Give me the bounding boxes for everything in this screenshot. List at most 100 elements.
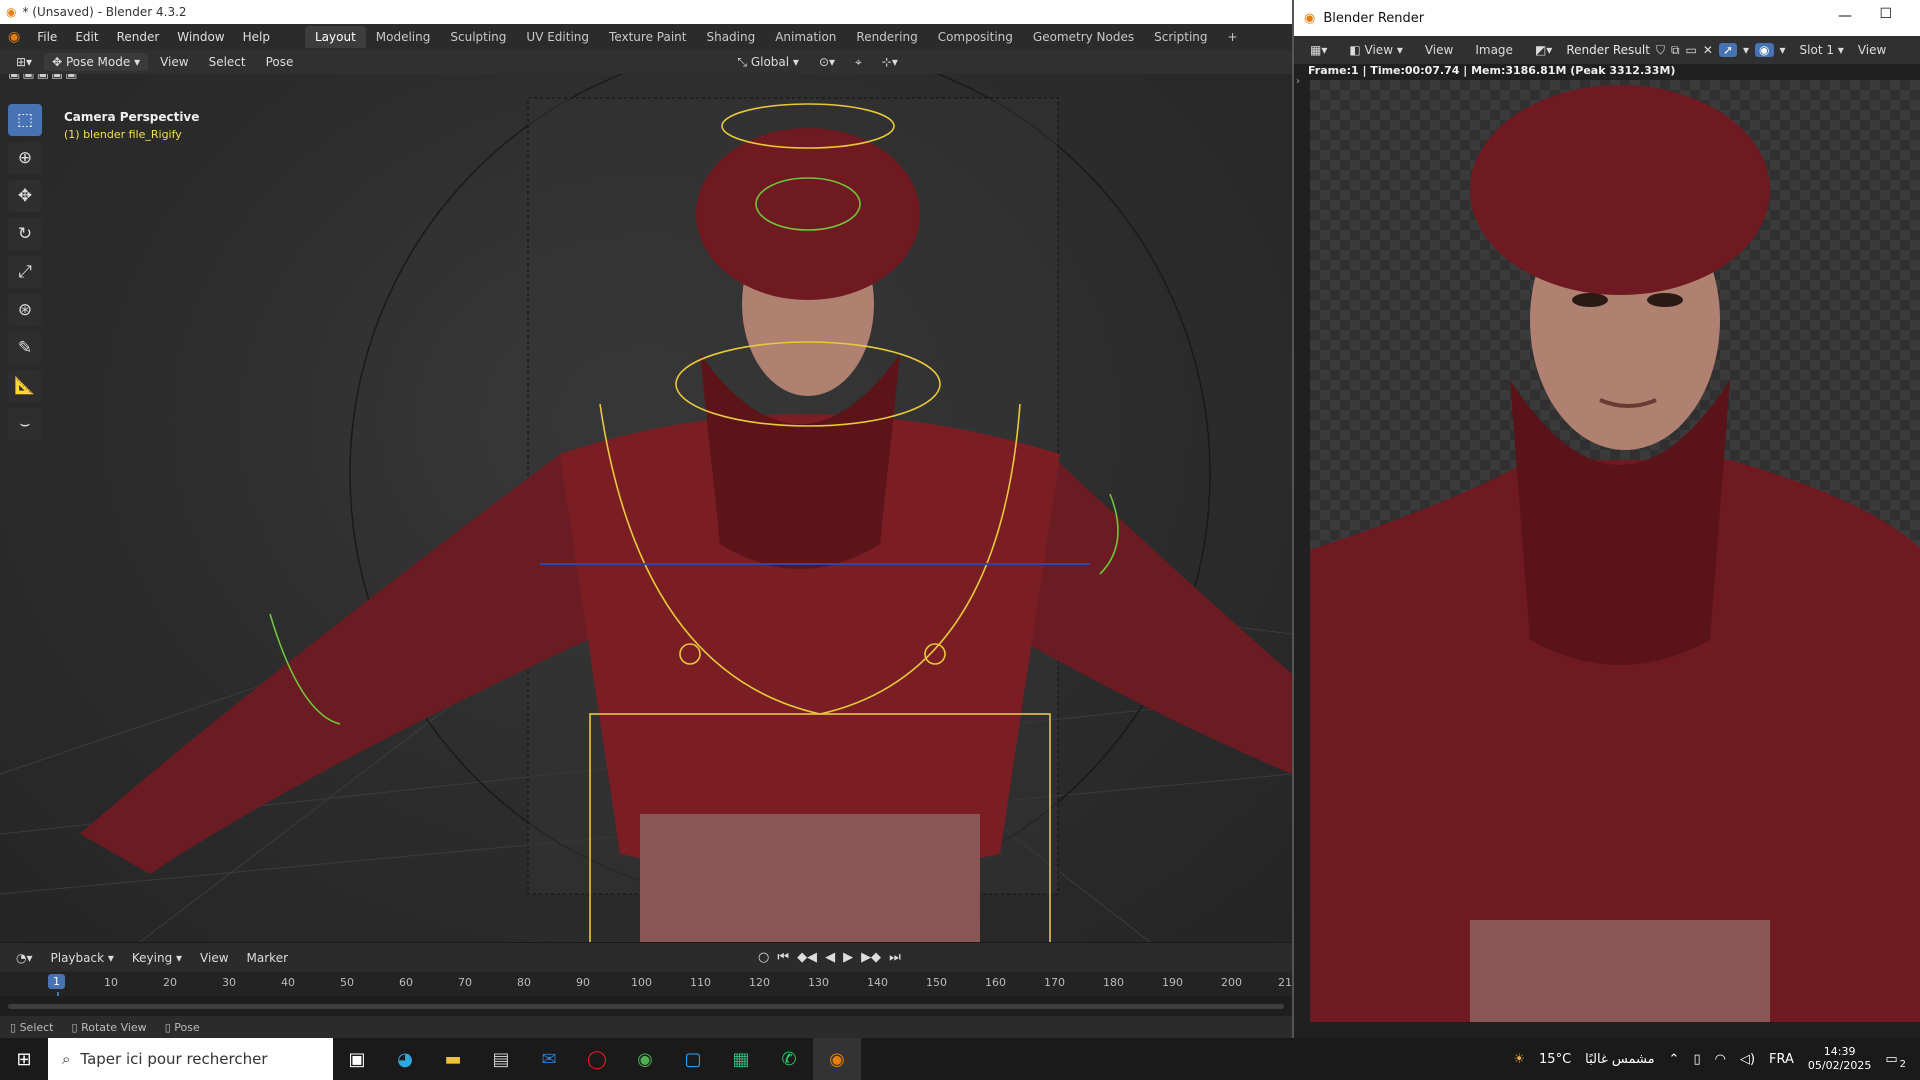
new-image-icon[interactable]: ⧉ bbox=[1671, 43, 1680, 58]
render-menu-image[interactable]: Image bbox=[1467, 41, 1521, 59]
unlink-image-icon[interactable]: ✕ bbox=[1703, 43, 1713, 57]
add-workspace-button[interactable]: + bbox=[1218, 26, 1248, 48]
edge-icon[interactable]: ◕ bbox=[381, 1038, 429, 1080]
task-view-icon[interactable]: ▣ bbox=[333, 1038, 381, 1080]
language-indicator[interactable]: FRA bbox=[1769, 1052, 1794, 1067]
tool-shelf: ⬚ ⊕ ✥ ↻ ⤢ ⊛ ✎ 📐 ⌣ bbox=[8, 104, 42, 440]
taskbar-search[interactable]: ⌕ Taper ici pour rechercher bbox=[48, 1038, 333, 1080]
menu-pose[interactable]: Pose bbox=[258, 53, 302, 71]
tab-modeling[interactable]: Modeling bbox=[366, 26, 441, 48]
transform-icon[interactable]: ⊛ bbox=[8, 294, 42, 326]
jump-end-icon[interactable]: ⏭ bbox=[886, 950, 904, 965]
whatsapp-icon[interactable]: ✆ bbox=[765, 1038, 813, 1080]
tab-sculpting[interactable]: Sculpting bbox=[440, 26, 516, 48]
menu-window[interactable]: Window bbox=[168, 30, 233, 44]
play-icon[interactable]: ▶ bbox=[840, 950, 856, 965]
chrome-icon[interactable]: ◉ bbox=[621, 1038, 669, 1080]
rotate-icon[interactable]: ↻ bbox=[8, 218, 42, 250]
select-box-icon[interactable]: ⬚ bbox=[8, 104, 42, 136]
relax-pose-icon[interactable]: ⌣ bbox=[8, 408, 42, 440]
sample-tool-dropdown-icon[interactable]: ▾ bbox=[1743, 43, 1749, 57]
timeline-scrollbar[interactable] bbox=[0, 996, 1292, 1016]
menu-select[interactable]: Select bbox=[201, 53, 254, 71]
overlay-icon[interactable]: ◉ bbox=[1755, 43, 1774, 57]
maximize-icon[interactable]: ☐ bbox=[1879, 6, 1892, 22]
tray-chevron-icon[interactable]: ⌃ bbox=[1669, 1052, 1680, 1067]
menu-timeline-view[interactable]: View bbox=[192, 949, 236, 967]
render-menu-view[interactable]: View bbox=[1417, 41, 1461, 59]
weather-text[interactable]: مشمس غالبًا bbox=[1585, 1052, 1654, 1067]
open-image-icon[interactable]: ▭ bbox=[1686, 43, 1697, 57]
move-icon[interactable]: ✥ bbox=[8, 180, 42, 212]
file-explorer-icon[interactable]: ▬ bbox=[429, 1038, 477, 1080]
overlay-dropdown-icon[interactable]: ▾ bbox=[1780, 43, 1786, 57]
timeline-editor-icon[interactable]: ◔▾ bbox=[8, 949, 41, 967]
menu-playback[interactable]: Playback ▾ bbox=[43, 949, 122, 967]
tab-scripting[interactable]: Scripting bbox=[1144, 26, 1217, 48]
tab-texture-paint[interactable]: Texture Paint bbox=[599, 26, 696, 48]
jump-keyframe-forward-icon[interactable]: ▶◆ bbox=[858, 950, 884, 965]
blender-taskbar-icon[interactable]: ◉ bbox=[813, 1038, 861, 1080]
menu-marker[interactable]: Marker bbox=[239, 949, 296, 967]
wifi-icon[interactable]: ◠ bbox=[1715, 1052, 1726, 1067]
render-result-image[interactable] bbox=[1310, 80, 1920, 1022]
tab-animation[interactable]: Animation bbox=[765, 26, 846, 48]
autokey-icon[interactable]: ○ bbox=[755, 950, 772, 965]
windows-start-icon[interactable]: ⊞ bbox=[0, 1038, 48, 1080]
3d-viewport[interactable]: ▣▣▣▣▣ bbox=[0, 74, 1292, 942]
play-reverse-icon[interactable]: ◀ bbox=[822, 950, 838, 965]
tab-shading[interactable]: Shading bbox=[696, 26, 765, 48]
opera-icon[interactable]: ◯ bbox=[573, 1038, 621, 1080]
tab-layout[interactable]: Layout bbox=[304, 26, 366, 48]
timeline-scroll-handle[interactable] bbox=[8, 1004, 1284, 1009]
menu-view[interactable]: View bbox=[152, 53, 196, 71]
render-stats: Frame:1 | Time:00:07.74 | Mem:3186.81M (… bbox=[1308, 64, 1676, 77]
weather-icon[interactable]: ☀ bbox=[1513, 1052, 1525, 1067]
jump-keyframe-back-icon[interactable]: ◆◀ bbox=[794, 950, 820, 965]
timeline-ruler[interactable]: 1 10 20 30 40 50 60 70 80 90 100 110 120… bbox=[0, 972, 1292, 1018]
cursor-icon[interactable]: ⊕ bbox=[8, 142, 42, 174]
snap-icon[interactable]: ⌖ bbox=[847, 53, 870, 72]
current-frame-indicator[interactable]: 1 bbox=[48, 974, 65, 989]
jump-start-icon[interactable]: ⏮ bbox=[774, 950, 792, 965]
render-view-cut[interactable]: View bbox=[1858, 43, 1886, 57]
photoshop-icon[interactable]: ▢ bbox=[669, 1038, 717, 1080]
sample-tool-icon[interactable]: ➚ bbox=[1718, 43, 1737, 57]
blender-menu-icon[interactable]: ◉ bbox=[8, 29, 20, 45]
image-editor-type-icon[interactable]: ▦▾ bbox=[1302, 41, 1335, 59]
viewport-header: ⊞▾ ✥ Pose Mode ▾ View Select Pose ⤡ Glob… bbox=[0, 50, 1292, 74]
outlook-icon[interactable]: ✉ bbox=[525, 1038, 573, 1080]
render-result-name[interactable]: Render Result bbox=[1566, 43, 1650, 57]
menu-help[interactable]: Help bbox=[234, 30, 279, 44]
tab-compositing[interactable]: Compositing bbox=[928, 26, 1023, 48]
clock[interactable]: 14:39 05/02/2025 bbox=[1808, 1045, 1871, 1074]
tray-device-icon[interactable]: ▯ bbox=[1693, 1052, 1700, 1067]
image-browse-icon[interactable]: ◩▾ bbox=[1527, 41, 1560, 59]
scale-icon[interactable]: ⤢ bbox=[8, 256, 42, 288]
menu-file[interactable]: File bbox=[28, 30, 66, 44]
snap-target-icon[interactable]: ⊹▾ bbox=[874, 53, 906, 71]
store-icon[interactable]: ▤ bbox=[477, 1038, 525, 1080]
mode-select[interactable]: ✥ Pose Mode ▾ bbox=[44, 53, 149, 71]
tab-rendering[interactable]: Rendering bbox=[846, 26, 927, 48]
tab-geometry-nodes[interactable]: Geometry Nodes bbox=[1023, 26, 1144, 48]
fake-user-icon[interactable]: ⛉ bbox=[1656, 43, 1665, 58]
menu-edit[interactable]: Edit bbox=[66, 30, 107, 44]
menu-render[interactable]: Render bbox=[108, 30, 169, 44]
app-m-icon[interactable]: ▦ bbox=[717, 1038, 765, 1080]
volume-icon[interactable]: ◁) bbox=[1740, 1052, 1755, 1067]
annotate-icon[interactable]: ✎ bbox=[8, 332, 42, 364]
orientation-select[interactable]: ⤡ Global ▾ bbox=[729, 53, 807, 72]
timeline-header: ◔▾ Playback ▾ Keying ▾ View Marker ○ ⏮ ◆… bbox=[0, 942, 1292, 972]
view-mode-select[interactable]: ◧ View ▾ bbox=[1341, 41, 1410, 59]
notifications-icon[interactable]: ▭ bbox=[1885, 1052, 1897, 1067]
weather-temp[interactable]: 15°C bbox=[1539, 1052, 1571, 1067]
minimize-icon[interactable]: — bbox=[1838, 8, 1852, 24]
measure-icon[interactable]: 📐 bbox=[8, 370, 42, 402]
tab-uv-editing[interactable]: UV Editing bbox=[516, 26, 599, 48]
menu-keying[interactable]: Keying ▾ bbox=[124, 949, 190, 967]
slot-select[interactable]: Slot 1 ▾ bbox=[1792, 41, 1852, 59]
pivot-icon[interactable]: ⊙▾ bbox=[811, 53, 843, 71]
editor-type-icon[interactable]: ⊞▾ bbox=[8, 53, 40, 71]
sidebar-toggle-icon[interactable]: › bbox=[1296, 76, 1300, 87]
